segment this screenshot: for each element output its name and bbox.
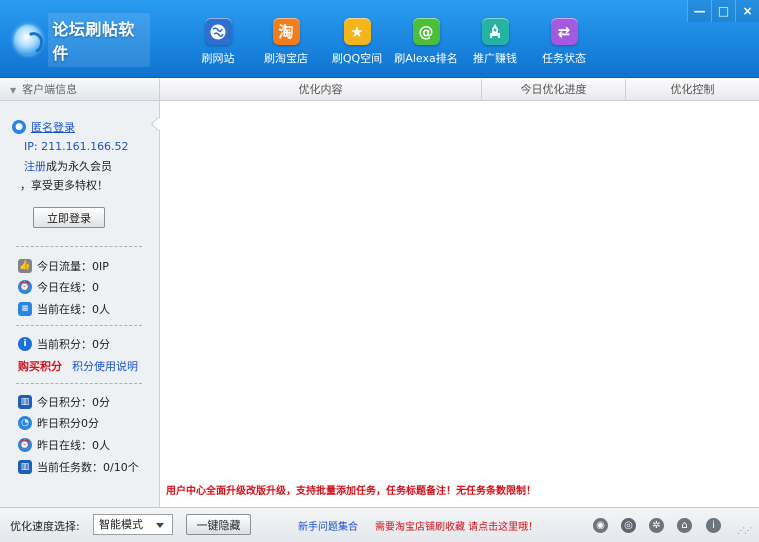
app-title: 论坛刷帖软件 [48, 13, 150, 67]
logo-swirl-icon [14, 25, 43, 55]
info-icon[interactable]: i [706, 518, 721, 533]
column-header-control[interactable]: 优化控制 [626, 79, 759, 101]
sidebar-header[interactable]: ▼ 客户端信息 [0, 79, 159, 101]
today-tasks-row: ▥ 当前任务数：0/10个 [18, 459, 178, 475]
nav-label: 刷Alexa排名 [394, 52, 458, 65]
chart-icon: ▥ [18, 460, 32, 474]
register-text: 成为永久会员 [46, 160, 112, 173]
nav-brush-taobao[interactable]: 淘 刷淘宝店 [252, 18, 320, 70]
today-points: 今日积分：0分 [37, 396, 110, 409]
current-points: 当前积分：0分 [37, 338, 110, 351]
today-traffic-row: 👍 今日流量：0IP [18, 258, 178, 274]
table-header: 优化内容 今日优化进度 优化控制 [160, 79, 759, 101]
today-online: 今日在线：0 [37, 281, 99, 294]
ball-icon[interactable]: ◉ [593, 518, 608, 533]
star-icon: ★ [343, 18, 371, 45]
nav-brush-qzone[interactable]: ★ 刷QQ空间 [323, 18, 391, 70]
rocket-icon [481, 18, 509, 45]
client-info-sidebar: ▼ 客户端信息 ● 匿名登录 IP: 211.161.166.52 注册 成为永久会… [0, 79, 166, 507]
column-header-content[interactable]: 优化内容 [160, 79, 482, 101]
eye-icon[interactable]: ◎ [621, 518, 636, 533]
globe-icon [204, 18, 232, 45]
today-tasks: 当前任务数：0/10个 [37, 461, 139, 474]
close-button[interactable]: × [735, 0, 759, 22]
alarm-clock-icon: ⏰ [18, 280, 32, 294]
alarm-clock-icon: ⏰ [18, 438, 32, 452]
title-bar: 论坛刷帖软件 刷网站 淘 刷淘宝店 ★ 刷QQ空间 @ 刷Alexa排名 推广赚… [0, 0, 759, 78]
buy-points-link[interactable]: 购买积分 [18, 358, 62, 374]
user-icon: ● [12, 120, 26, 134]
chevron-down-icon [156, 523, 164, 528]
yesterday-points: 昨日积分0分 [37, 417, 99, 430]
chart-icon: ▥ [18, 395, 32, 409]
nav-promote-earn[interactable]: 推广赚钱 [461, 18, 529, 70]
divider [16, 383, 142, 384]
nav-task-status[interactable]: ⇄ 任务状态 [530, 18, 598, 70]
thumbs-up-icon: 👍 [18, 259, 32, 273]
minimize-button[interactable]: — [687, 0, 711, 22]
speed-mode-select[interactable]: 智能模式 [93, 514, 173, 535]
today-traffic: 今日流量：0IP [37, 260, 109, 273]
gear-icon[interactable]: ✲ [649, 518, 664, 533]
current-online: 当前在线：0人 [37, 303, 110, 316]
anonymous-login-link[interactable]: 匿名登录 [31, 119, 75, 135]
list-user-icon: ≡ [18, 302, 32, 316]
today-points-row: ▥ 今日积分：0分 [18, 394, 178, 410]
column-header-progress[interactable]: 今日优化进度 [482, 79, 626, 101]
maximize-button[interactable]: □ [711, 0, 735, 22]
nav-label: 刷网站 [201, 52, 235, 65]
divider [16, 325, 142, 326]
points-help-link[interactable]: 积分使用说明 [72, 358, 138, 374]
login-now-button[interactable]: 立即登录 [33, 207, 105, 228]
info-icon: i [18, 337, 32, 351]
taobao-icon: 淘 [272, 18, 300, 45]
current-online-row: ≡ 当前在线：0人 [18, 301, 178, 317]
arrows-icon: ⇄ [550, 18, 578, 45]
nav-label: 刷QQ空间 [331, 52, 383, 65]
anonymous-login-row: ● 匿名登录 [12, 119, 172, 135]
speed-mode-value: 智能模式 [99, 518, 143, 531]
today-online-row: ⏰ 今日在线：0 [18, 279, 178, 295]
register-link[interactable]: 注册 [24, 158, 46, 174]
pie-chart-icon: ◔ [18, 416, 32, 430]
speed-label: 优化速度选择: [10, 520, 80, 533]
sidebar-header-label: 客户端信息 [22, 83, 78, 96]
current-points-row: i 当前积分：0分 [18, 336, 178, 352]
yesterday-points-row: ◔ 昨日积分0分 [18, 415, 178, 431]
upgrade-notice: 用户中心全面升级改版升级，支持批量添加任务，任务标题备注！无任务条数限制！ [166, 486, 536, 497]
collapse-triangle-icon: ▼ [10, 86, 17, 95]
faq-link[interactable]: 新手问题集合 [298, 518, 358, 533]
yesterday-online-row: ⏰ 昨日在线：0人 [18, 437, 178, 453]
taobao-promo-link[interactable]: 需要淘宝店铺刷收藏 请点击这里哦！ [375, 518, 538, 533]
nav-label: 推广赚钱 [473, 52, 517, 65]
at-icon: @ [412, 18, 440, 45]
app-logo: 论坛刷帖软件 [14, 13, 150, 67]
divider [16, 246, 142, 247]
one-click-hide-button[interactable]: 一键隐藏 [186, 514, 251, 535]
nav-brush-alexa[interactable]: @ 刷Alexa排名 [392, 18, 460, 70]
window-controls: — □ × [687, 0, 759, 22]
status-bar: 优化速度选择: 智能模式 一键隐藏 新手问题集合 需要淘宝店铺刷收藏 请点击这里… [0, 507, 759, 542]
nav-label: 任务状态 [542, 52, 586, 65]
resize-grip-icon[interactable]: ⋰⋰ [737, 526, 752, 535]
privilege-text: ，享受更多特权！ [20, 179, 108, 192]
points-links-row: 购买积分 积分使用说明 [18, 358, 178, 374]
home-icon[interactable]: ⌂ [677, 518, 692, 533]
nav-label: 刷淘宝店 [264, 52, 308, 65]
task-table: 优化内容 今日优化进度 优化控制 用户中心全面升级改版升级，支持批量添加任务，任… [160, 79, 759, 507]
nav-brush-website[interactable]: 刷网站 [184, 18, 252, 70]
yesterday-online: 昨日在线：0人 [37, 439, 110, 452]
